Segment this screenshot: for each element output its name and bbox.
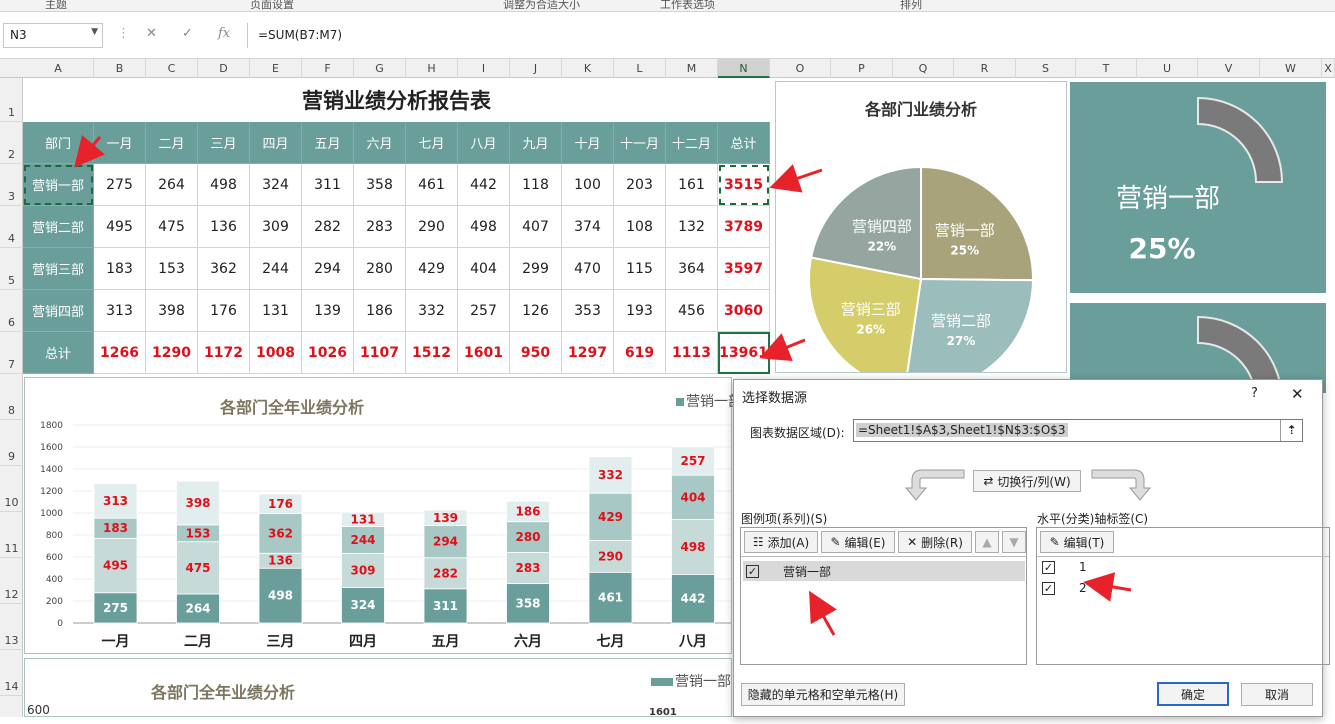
hidden-empty-cells-button[interactable]: 隐藏的单元格和空单元格(H) <box>741 683 905 706</box>
arrow-to-n3 <box>769 164 823 193</box>
arrow-to-dept <box>74 134 105 168</box>
cancel-button[interactable]: 取消 <box>1241 683 1313 706</box>
ok-button[interactable]: 确定 <box>1157 682 1229 706</box>
select-data-source-dialog[interactable]: 选择数据源 ? ✕ 图表数据区域(D): =Sheet1!$A$3,Sheet1… <box>733 379 1330 717</box>
dialog-arrows <box>809 572 1132 636</box>
arrow-to-n7 <box>759 333 806 362</box>
